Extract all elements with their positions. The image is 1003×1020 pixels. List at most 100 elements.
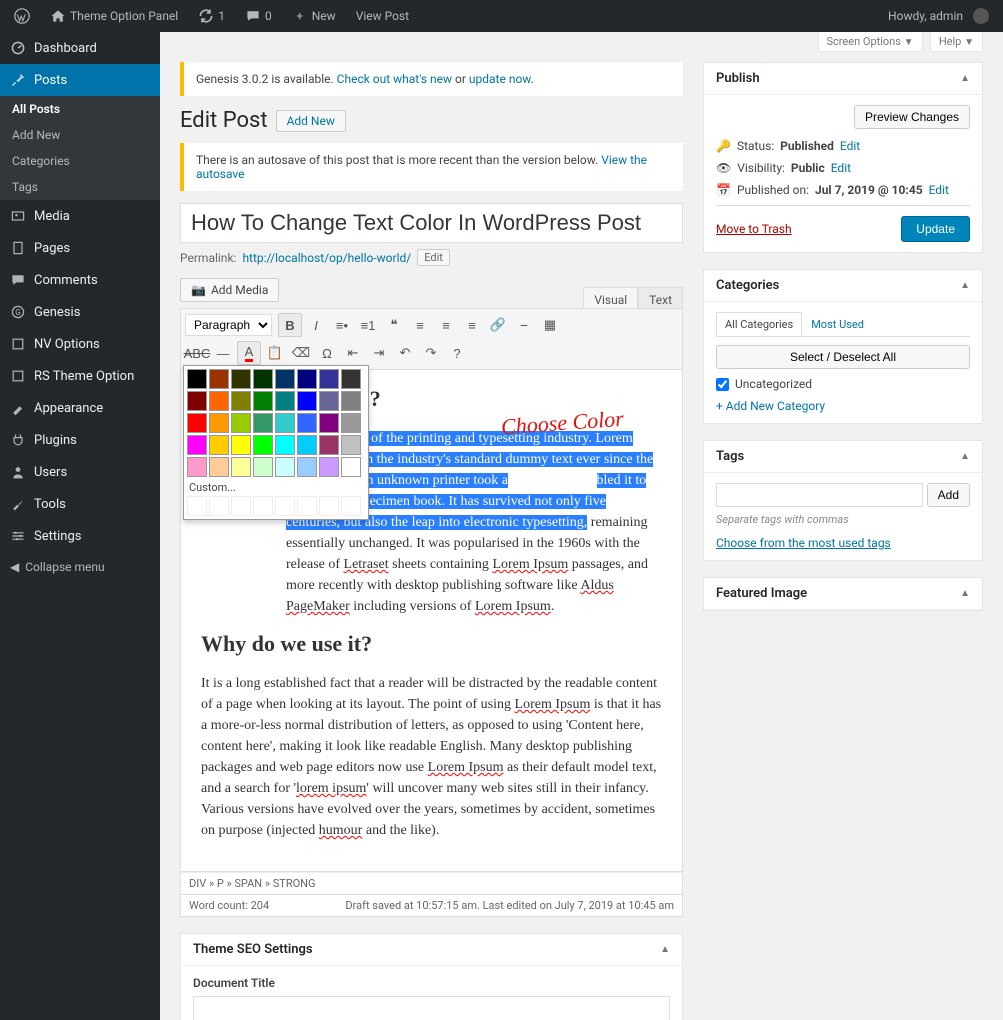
menu-pages[interactable]: Pages [0,232,160,264]
color-swatch[interactable] [231,391,251,411]
hr-button[interactable]: — [211,341,235,365]
color-swatch[interactable] [187,435,207,455]
select-deselect-button[interactable]: Select / Deselect All [716,345,970,369]
menu-comments[interactable]: Comments [0,264,160,296]
menu-settings[interactable]: Settings [0,520,160,552]
view-post-link[interactable]: View Post [348,0,417,32]
color-swatch[interactable] [297,391,317,411]
date-edit-link[interactable]: Edit [929,183,949,197]
screen-options-tab[interactable]: Screen Options ▼ [818,32,923,52]
featured-image-header[interactable]: Featured Image▲ [704,578,982,610]
color-swatch-empty[interactable] [187,496,207,516]
bold-button[interactable]: B [278,313,302,337]
permalink-edit-button[interactable]: Edit [417,249,450,266]
color-swatch-empty[interactable] [253,496,273,516]
preview-button[interactable]: Preview Changes [854,105,970,129]
help-tab[interactable]: Help ▼ [930,32,983,52]
more-button[interactable]: ⎯ [512,313,536,337]
menu-users[interactable]: Users [0,456,160,488]
submenu-all-posts[interactable]: All Posts [0,96,160,122]
color-swatch[interactable] [231,435,251,455]
outdent-button[interactable]: ⇤ [341,341,365,365]
color-swatch[interactable] [275,435,295,455]
menu-media[interactable]: Media [0,200,160,232]
color-swatch[interactable] [297,369,317,389]
color-swatch[interactable] [231,369,251,389]
tags-header[interactable]: Tags▲ [704,441,982,473]
number-list-button[interactable]: ≡1 [356,313,380,337]
most-used-tags-link[interactable]: Choose from the most used tags [716,536,891,550]
color-swatch[interactable] [187,369,207,389]
color-swatch-empty[interactable] [275,496,295,516]
color-swatch[interactable] [341,369,361,389]
color-swatch[interactable] [231,457,251,477]
post-title-input[interactable] [180,203,683,243]
updates-link[interactable]: 1 [190,0,233,32]
menu-genesis[interactable]: GGenesis [0,296,160,328]
tab-all-categories[interactable]: All Categories [716,312,802,336]
menu-appearance[interactable]: Appearance [0,392,160,424]
collapse-menu[interactable]: ◀Collapse menu [0,552,160,582]
clear-format-button[interactable]: ⌫ [289,341,313,365]
align-left-button[interactable]: ≡ [408,313,432,337]
menu-rs-theme[interactable]: RS Theme Option [0,360,160,392]
menu-plugins[interactable]: Plugins [0,424,160,456]
submenu-categories[interactable]: Categories [0,148,160,174]
comments-link[interactable]: 0 [237,0,280,32]
undo-button[interactable]: ↶ [393,341,417,365]
color-swatch[interactable] [319,391,339,411]
color-swatch[interactable] [253,457,273,477]
menu-nv-options[interactable]: NV Options [0,328,160,360]
color-swatch[interactable] [209,413,229,433]
paste-text-button[interactable]: 📋 [263,341,287,365]
howdy-link[interactable]: Howdy, admin [880,0,997,32]
color-swatch[interactable] [209,369,229,389]
submenu-add-new[interactable]: Add New [0,122,160,148]
color-swatch[interactable] [253,435,273,455]
checkout-link[interactable]: Check out what's new [337,72,452,86]
color-swatch[interactable] [187,457,207,477]
toolbar-toggle-button[interactable]: ▦ [538,313,562,337]
update-button[interactable]: Update [901,216,970,242]
visibility-edit-link[interactable]: Edit [831,161,851,175]
tab-most-used[interactable]: Most Used [802,312,873,336]
color-swatch-empty[interactable] [297,496,317,516]
color-swatch[interactable] [297,457,317,477]
menu-posts[interactable]: Posts [0,64,160,96]
text-color-button[interactable]: A [237,341,261,365]
color-swatch[interactable] [209,391,229,411]
align-right-button[interactable]: ≡ [460,313,484,337]
menu-dashboard[interactable]: Dashboard [0,32,160,64]
strikethrough-button[interactable]: ABC [185,341,209,365]
color-swatch[interactable] [341,391,361,411]
add-media-button[interactable]: 📷Add Media [180,278,279,302]
color-swatch-empty[interactable] [319,496,339,516]
color-swatch[interactable] [341,457,361,477]
color-swatch[interactable] [209,435,229,455]
link-button[interactable]: 🔗 [486,313,510,337]
color-swatch-empty[interactable] [341,496,361,516]
redo-button[interactable]: ↷ [419,341,443,365]
status-edit-link[interactable]: Edit [840,139,860,153]
color-swatch[interactable] [341,435,361,455]
color-swatch-empty[interactable] [209,496,229,516]
add-category-link[interactable]: + Add New Category [716,399,825,413]
color-swatch[interactable] [187,391,207,411]
publish-header[interactable]: Publish▲ [704,63,982,95]
color-swatch[interactable] [253,413,273,433]
align-center-button[interactable]: ≡ [434,313,458,337]
tags-input[interactable] [716,483,923,507]
category-checkbox[interactable] [716,378,729,391]
color-swatch[interactable] [275,391,295,411]
color-swatch[interactable] [231,413,251,433]
update-now-link[interactable]: update now [469,72,531,86]
color-swatch[interactable] [187,413,207,433]
wp-logo[interactable] [6,0,38,32]
categories-header[interactable]: Categories▲ [704,270,982,302]
color-swatch[interactable] [275,413,295,433]
add-new-button[interactable]: Add New [276,110,346,132]
menu-tools[interactable]: Tools [0,488,160,520]
color-swatch[interactable] [253,391,273,411]
color-swatch[interactable] [297,435,317,455]
site-name-link[interactable]: Theme Option Panel [42,0,186,32]
